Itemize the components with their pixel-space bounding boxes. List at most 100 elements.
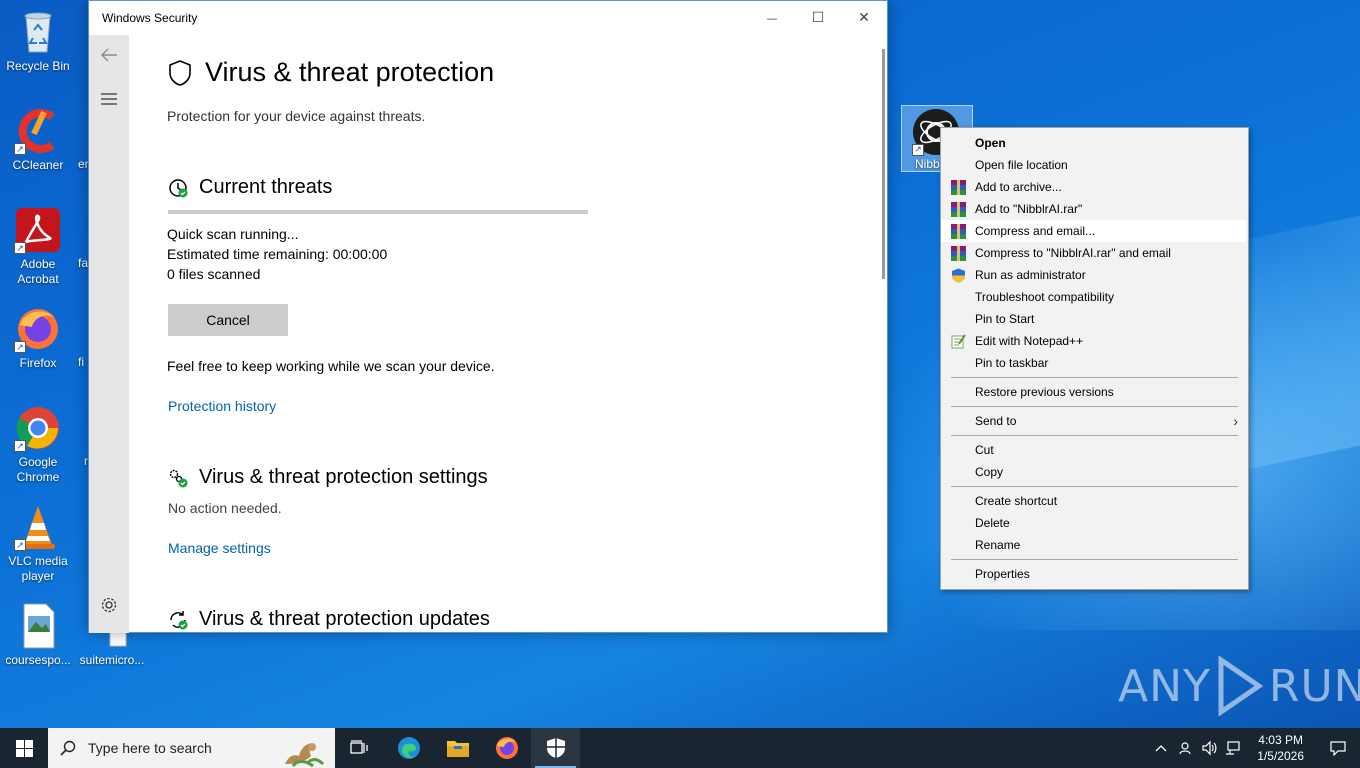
desktop-icon-coursespo[interactable]: coursespo... bbox=[0, 602, 76, 668]
shortcut-arrow-icon: ↗ bbox=[14, 440, 26, 452]
menu-item-open[interactable]: Open bbox=[941, 132, 1248, 154]
desktop-icon-label: Recycle Bin bbox=[6, 59, 70, 73]
start-button[interactable] bbox=[0, 728, 48, 768]
winrar-icon bbox=[951, 202, 966, 217]
taskbar-windows-security[interactable] bbox=[531, 728, 580, 768]
vlc-cone-icon: ↗ bbox=[14, 503, 62, 551]
windows-security-window: Windows Security — ☐ ✕ Virus & threat pr… bbox=[88, 0, 888, 633]
taskbar-file-explorer[interactable] bbox=[433, 728, 482, 768]
desktop-icon-vlc[interactable]: ↗ VLC media player bbox=[0, 503, 76, 584]
image-file-icon bbox=[14, 602, 62, 650]
taskbar-search-box[interactable]: Type here to search bbox=[48, 728, 335, 768]
clock-date: 1/5/2026 bbox=[1257, 749, 1304, 763]
menu-item-delete[interactable]: Delete bbox=[941, 512, 1248, 534]
edge-browser-icon bbox=[397, 737, 420, 759]
anyrun-watermark: ANY RUN bbox=[1118, 656, 1360, 716]
menu-item-edit-with-notepad-plus-plus[interactable]: Edit with Notepad++ bbox=[941, 330, 1248, 352]
menu-item-label: Pin to Start bbox=[975, 312, 1035, 326]
menu-item-restore-previous-versions[interactable]: Restore previous versions bbox=[941, 381, 1248, 403]
taskbar-firefox[interactable] bbox=[482, 728, 531, 768]
menu-item-label: Pin to taskbar bbox=[975, 356, 1049, 370]
cancel-scan-button[interactable]: Cancel bbox=[168, 304, 288, 336]
tray-overflow-chevron-up-icon[interactable] bbox=[1149, 728, 1173, 768]
current-threats-heading-text: Current threats bbox=[199, 176, 333, 198]
menu-item-label: Rename bbox=[975, 538, 1021, 552]
menu-item-send-to[interactable]: Send to › bbox=[941, 410, 1248, 432]
taskbar-clock[interactable]: 4:03 PM 1/5/2026 bbox=[1245, 732, 1316, 764]
desktop-icon-label: VLC media player bbox=[8, 554, 68, 583]
adobe-acrobat-icon: ↗ bbox=[14, 206, 62, 254]
menu-item-copy[interactable]: Copy bbox=[941, 461, 1248, 483]
manage-settings-link[interactable]: Manage settings bbox=[168, 540, 271, 556]
menu-item-compress-and-email[interactable]: Compress and email... bbox=[941, 220, 1246, 242]
shortcut-arrow-icon: ↗ bbox=[14, 242, 26, 254]
desktop-icon-label: suitemicro... bbox=[79, 653, 145, 667]
menu-item-label: Add to archive... bbox=[975, 180, 1062, 194]
desktop-icon-label: Firefox bbox=[19, 356, 57, 370]
menu-item-label: Troubleshoot compatibility bbox=[975, 290, 1114, 304]
system-tray: 4:03 PM 1/5/2026 bbox=[1149, 728, 1360, 768]
menu-item-label: Send to bbox=[975, 414, 1017, 428]
windows-logo-icon bbox=[15, 739, 33, 757]
hamburger-menu-icon[interactable] bbox=[89, 79, 129, 119]
search-placeholder: Type here to search bbox=[88, 740, 212, 756]
menu-item-label: Copy bbox=[975, 465, 1004, 479]
desktop-icon-recycle-bin[interactable]: Recycle Bin bbox=[0, 8, 76, 74]
menu-item-run-as-administrator[interactable]: Run as administrator bbox=[941, 264, 1248, 286]
window-title: Windows Security bbox=[102, 11, 198, 25]
ccleaner-icon: ↗ bbox=[14, 107, 62, 155]
menu-item-label: Delete bbox=[975, 516, 1010, 530]
tray-people-icon[interactable] bbox=[1173, 728, 1197, 768]
menu-separator bbox=[951, 377, 1238, 378]
menu-item-add-to-archive[interactable]: Add to archive... bbox=[941, 176, 1248, 198]
page-title: Virus & threat protection bbox=[167, 57, 494, 88]
selected-icon-label: Nibb bbox=[915, 157, 940, 171]
menu-item-compress-to-rar-and-email[interactable]: Compress to "NibblrAI.rar" and email bbox=[941, 242, 1248, 264]
menu-item-properties[interactable]: Properties bbox=[941, 563, 1248, 585]
firefox-icon bbox=[495, 737, 518, 759]
desktop-icon-firefox[interactable]: ↗ Firefox bbox=[0, 305, 76, 371]
settings-heading: Virus & threat protection settings bbox=[167, 466, 488, 489]
menu-item-label: Compress and email... bbox=[975, 224, 1096, 238]
desktop-icon-google-chrome[interactable]: ↗ Google Chrome bbox=[0, 404, 76, 485]
search-icon bbox=[60, 740, 76, 756]
windows-security-shield-icon bbox=[546, 738, 565, 758]
menu-item-troubleshoot-compatibility[interactable]: Troubleshoot compatibility bbox=[941, 286, 1248, 308]
menu-separator bbox=[951, 406, 1238, 407]
action-center-notification-icon[interactable] bbox=[1316, 728, 1360, 768]
updates-heading-text: Virus & threat protection updates bbox=[199, 608, 490, 630]
menu-item-label: Cut bbox=[975, 443, 994, 457]
updates-heading: Virus & threat protection updates bbox=[167, 608, 490, 631]
desktop-icon-label: Adobe Acrobat bbox=[17, 257, 59, 286]
desktop-icon-ccleaner[interactable]: ↗ CCleaner bbox=[0, 107, 76, 173]
task-view-button[interactable] bbox=[335, 728, 384, 768]
watermark-text-left: ANY bbox=[1118, 660, 1211, 712]
menu-item-rename[interactable]: Rename bbox=[941, 534, 1248, 556]
menu-item-cut[interactable]: Cut bbox=[941, 439, 1248, 461]
menu-item-pin-to-taskbar[interactable]: Pin to taskbar bbox=[941, 352, 1248, 374]
clock-time: 4:03 PM bbox=[1258, 733, 1303, 747]
settings-gears-icon bbox=[169, 469, 188, 487]
main-content: Virus & threat protection Protection for… bbox=[167, 35, 887, 632]
threat-history-icon bbox=[169, 178, 188, 197]
menu-item-create-shortcut[interactable]: Create shortcut bbox=[941, 490, 1248, 512]
vertical-scrollbar[interactable] bbox=[882, 49, 885, 279]
close-button[interactable]: ✕ bbox=[841, 1, 887, 35]
maximize-button[interactable]: ☐ bbox=[795, 1, 841, 35]
taskbar-edge[interactable] bbox=[384, 728, 433, 768]
winrar-icon bbox=[951, 246, 966, 261]
page-title-text: Virus & threat protection bbox=[205, 57, 495, 87]
shortcut-arrow-icon: ↗ bbox=[14, 341, 26, 353]
menu-item-pin-to-start[interactable]: Pin to Start bbox=[941, 308, 1248, 330]
winrar-icon bbox=[951, 180, 966, 195]
back-arrow-icon[interactable] bbox=[89, 35, 129, 75]
minimize-button[interactable]: — bbox=[749, 1, 795, 35]
menu-item-open-file-location[interactable]: Open file location bbox=[941, 154, 1248, 176]
tray-volume-icon[interactable] bbox=[1197, 728, 1221, 768]
desktop-icon-adobe-acrobat[interactable]: ↗ Adobe Acrobat bbox=[0, 206, 76, 287]
settings-gear-icon[interactable] bbox=[89, 585, 129, 625]
tray-network-icon[interactable] bbox=[1221, 728, 1245, 768]
refresh-update-icon bbox=[170, 610, 188, 629]
protection-history-link[interactable]: Protection history bbox=[168, 398, 276, 414]
menu-item-add-to-rar[interactable]: Add to "NibblrAI.rar" bbox=[941, 198, 1248, 220]
